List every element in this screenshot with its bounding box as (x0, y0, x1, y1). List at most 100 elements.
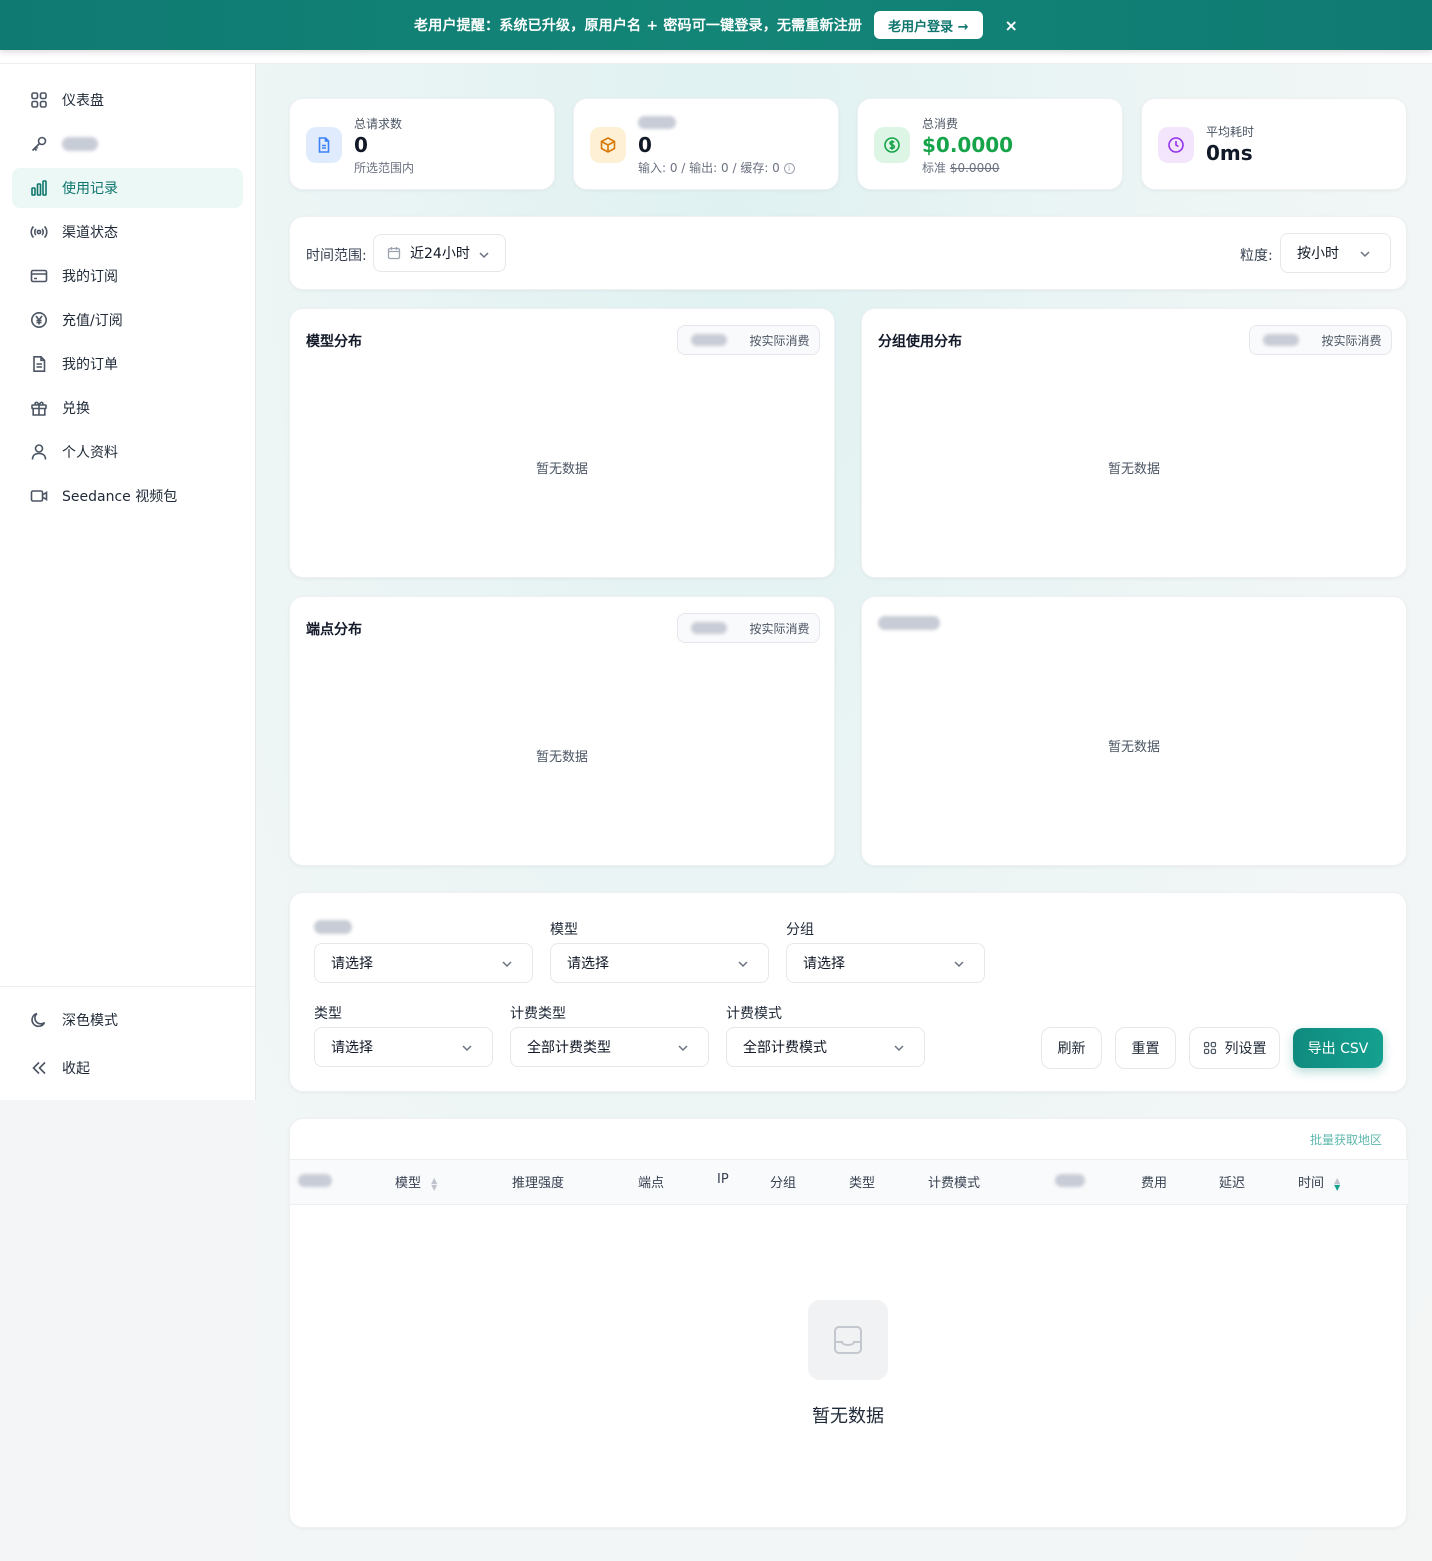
toggle-option-a[interactable] (678, 334, 740, 346)
info-icon[interactable]: i (783, 163, 795, 174)
export-csv-button[interactable]: 导出 CSV (1293, 1028, 1383, 1068)
table-header-blurred-2 (1055, 1174, 1085, 1187)
time-range-value: 近24小时 (410, 246, 470, 262)
sidebar-item-seedance[interactable]: Seedance 视频包 (12, 476, 243, 516)
filter-select-type[interactable]: 请选择 (314, 1027, 493, 1067)
stat-value: 0 (354, 133, 368, 157)
key-icon (30, 135, 48, 153)
table-header-time[interactable]: 时间 ▲ ▼ (1298, 1172, 1340, 1191)
calendar-icon (387, 246, 401, 260)
sidebar-item-label: 仪表盘 (62, 93, 104, 109)
toggle-option-a[interactable] (678, 622, 740, 634)
select-value: 全部计费模式 (743, 1040, 827, 1056)
stat-sub: 输入: 0 / 输出: 0 / 缓存: 0 i (638, 159, 795, 176)
sidebar-item-subscriptions[interactable]: 我的订阅 (12, 256, 243, 296)
granularity-label: 粒度: (1240, 248, 1273, 264)
field-label-billing-type: 计费类型 (510, 1006, 566, 1022)
bar-chart-icon (30, 179, 48, 197)
chevron-down-icon (736, 957, 750, 971)
toggle-option-actual-cost[interactable]: 按实际消费 (740, 620, 819, 637)
granularity-value: 按小时 (1297, 246, 1339, 262)
table-header-cost: 费用 (1141, 1176, 1168, 1191)
stat-label: 总消费 (922, 117, 959, 131)
cube-icon (590, 127, 626, 163)
empty-inbox-icon (808, 1300, 888, 1380)
field-label-group: 分组 (786, 922, 814, 938)
metric-toggle[interactable]: 按实际消费 (1249, 325, 1392, 355)
blurred-field-label (314, 920, 352, 934)
batch-region-link[interactable]: 批量获取地区 (1310, 1131, 1382, 1148)
refresh-button[interactable]: 刷新 (1041, 1027, 1102, 1069)
sidebar-item-label: Seedance 视频包 (62, 489, 178, 505)
chevron-down-icon (952, 957, 966, 971)
column-settings-button[interactable]: 列设置 (1189, 1027, 1280, 1069)
stat-label: 平均耗时 (1206, 125, 1255, 139)
table-header-blurred (298, 1174, 332, 1187)
table-header-endpoint: 端点 (638, 1176, 665, 1191)
sidebar-below-fill (0, 1100, 256, 1561)
standard-label: 标准 (922, 161, 947, 175)
dollar-circle-icon (874, 127, 910, 163)
table-empty-text: 暂无数据 (812, 1406, 884, 1427)
empty-state-text: 暂无数据 (1107, 462, 1160, 477)
field-label-billing-mode: 计费模式 (726, 1006, 782, 1022)
toggle-option-actual-cost[interactable]: 按实际消费 (740, 332, 819, 349)
metric-toggle[interactable]: 按实际消费 (677, 325, 820, 355)
panel-title: 端点分布 (306, 622, 362, 638)
sidebar-item-dashboard[interactable]: 仪表盘 (12, 80, 243, 120)
sort-icon[interactable]: ▲ ▼ (431, 1176, 437, 1191)
close-icon[interactable]: × (1005, 16, 1018, 35)
stat-value: 0 (638, 133, 652, 157)
metric-toggle[interactable]: 按实际消费 (677, 613, 820, 643)
time-range-select[interactable]: 近24小时 (373, 234, 506, 272)
filter-select-model[interactable]: 请选择 (550, 943, 769, 983)
stat-card-tokens: 0 输入: 0 / 输出: 0 / 缓存: 0 i (573, 98, 839, 190)
sidebar-item-recharge[interactable]: 充值/订阅 (12, 300, 243, 340)
filter-select-group[interactable]: 请选择 (786, 943, 985, 983)
toggle-option-a[interactable] (1250, 334, 1312, 346)
table-header-billing-mode: 计费模式 (928, 1176, 981, 1191)
sidebar-item-redeem[interactable]: 兑换 (12, 388, 243, 428)
sidebar-item-orders[interactable]: 我的订单 (12, 344, 243, 384)
table-header-type: 类型 (849, 1176, 876, 1191)
sidebar-item-label: 充值/订阅 (62, 313, 123, 329)
collapse-sidebar-button[interactable]: 收起 (12, 1048, 243, 1088)
sidebar-item-profile[interactable]: 个人资料 (12, 432, 243, 472)
reset-button[interactable]: 重置 (1115, 1027, 1176, 1069)
stat-sub: 标准 $0.0000 (922, 159, 999, 176)
filter-select-billing-mode[interactable]: 全部计费模式 (726, 1027, 925, 1067)
toggle-option-actual-cost[interactable]: 按实际消费 (1312, 332, 1391, 349)
sidebar-item-keys[interactable] (12, 124, 243, 164)
stat-card-avg-latency: 平均耗时 0ms (1141, 98, 1407, 190)
dark-mode-toggle[interactable]: 深色模式 (12, 1000, 243, 1040)
page-header-strip (256, 50, 1432, 64)
sidebar-item-label: 个人资料 (62, 445, 118, 461)
blurred-panel-title (878, 616, 940, 630)
stat-value: 0ms (1206, 141, 1253, 165)
table-header-model[interactable]: 模型 ▲ ▼ (395, 1172, 437, 1191)
table-header-group: 分组 (770, 1176, 797, 1191)
stat-card-total-cost: 总消费 $0.0000 标准 $0.0000 (857, 98, 1123, 190)
granularity-select[interactable]: 按小时 (1280, 233, 1391, 273)
sidebar-item-label: 我的订阅 (62, 269, 118, 285)
sidebar-item-label: 我的订单 (62, 357, 118, 373)
stat-value: $0.0000 (922, 133, 1014, 157)
sidebar-item-usage-logs[interactable]: 使用记录 (12, 168, 243, 208)
legacy-login-button[interactable]: 老用户登录 → (874, 11, 983, 39)
filter-select-1[interactable]: 请选择 (314, 943, 533, 983)
sidebar-item-channel-status[interactable]: 渠道状态 (12, 212, 243, 252)
field-label-type: 类型 (314, 1006, 342, 1022)
panel-endpoint-distribution: 端点分布 按实际消费 暂无数据 (289, 596, 835, 866)
table-header-reasoning: 推理强度 (512, 1176, 565, 1191)
select-value: 全部计费类型 (527, 1040, 611, 1056)
chevron-down-icon (460, 1041, 474, 1055)
chevron-down-icon (500, 957, 514, 971)
time-range-label: 时间范围: (306, 248, 367, 264)
double-chevron-left-icon (30, 1059, 48, 1077)
sidebar-item-label: 使用记录 (62, 181, 118, 197)
collapse-label: 收起 (62, 1061, 90, 1077)
filter-select-billing-type[interactable]: 全部计费类型 (510, 1027, 709, 1067)
field-label-model: 模型 (550, 922, 578, 938)
sidebar: 仪表盘 使用记录 渠道状态 我的订阅 充值/订阅 我的订单 兑换 个人资料 Se… (0, 64, 256, 1100)
sort-icon[interactable]: ▲ ▼ (1334, 1176, 1340, 1191)
